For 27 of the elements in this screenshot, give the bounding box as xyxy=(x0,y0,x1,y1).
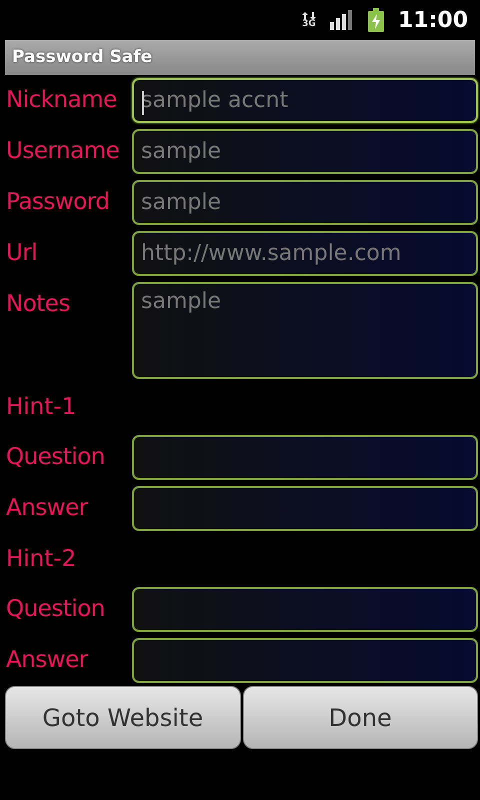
notes-field[interactable]: sample xyxy=(132,282,478,379)
field-label: Username xyxy=(6,137,120,166)
input-field[interactable] xyxy=(132,587,478,632)
section-heading: Hint-2 xyxy=(6,545,76,574)
action-button[interactable]: Goto Website xyxy=(5,686,240,749)
clock: 11:00 xyxy=(398,8,468,32)
field-label: Question xyxy=(6,443,106,472)
field-label: Nickname xyxy=(6,86,118,115)
signal-icon xyxy=(330,10,354,30)
input-field[interactable]: http://www.sample.com xyxy=(132,231,478,276)
input-field[interactable] xyxy=(132,435,478,480)
input-field[interactable]: sample xyxy=(132,180,478,225)
field-label: Url xyxy=(6,239,38,268)
input-field[interactable]: sample accnt xyxy=(132,78,478,123)
input-field[interactable] xyxy=(132,638,478,683)
input-field[interactable] xyxy=(132,486,478,531)
field-label: Answer xyxy=(6,494,90,523)
action-button[interactable]: Done xyxy=(242,686,478,749)
field-label: Question xyxy=(6,595,106,624)
input-field[interactable]: sample xyxy=(132,129,478,174)
network-indicator: 3G xyxy=(302,12,316,28)
section-heading: Hint-1 xyxy=(6,393,76,422)
app-title-bar: Password Safe xyxy=(5,40,475,75)
field-label: Password xyxy=(6,188,110,217)
field-label: Notes xyxy=(6,290,71,319)
battery-icon xyxy=(368,8,384,32)
field-label: Answer xyxy=(6,646,90,675)
